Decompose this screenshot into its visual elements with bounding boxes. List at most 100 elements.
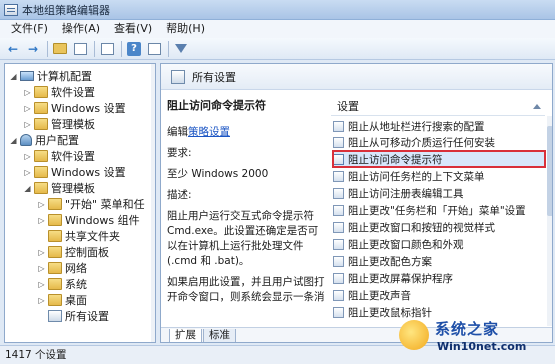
folder-icon	[48, 198, 62, 210]
settings-row[interactable]: 阻止访问注册表编辑工具	[333, 185, 545, 201]
view-tabs: 扩展 标准	[161, 327, 552, 342]
description-more: 如果启用此设置，并且用户试图打开命令窗口，则系统会显示一条消	[167, 276, 325, 303]
forward-arrow-icon[interactable]: →	[25, 41, 41, 57]
menu-file[interactable]: 文件(F)	[4, 20, 55, 38]
filter-icon[interactable]	[173, 41, 189, 57]
policy-setting-icon	[333, 120, 344, 132]
title-bar: 本地组策略编辑器	[0, 0, 555, 20]
collapse-arrow-icon[interactable]: ◢	[9, 136, 18, 145]
settings-row[interactable]: 阻止更改窗口和按钮的视觉样式	[333, 219, 545, 235]
settings-scrollbar[interactable]	[547, 116, 552, 326]
up-folder-icon[interactable]	[52, 41, 68, 57]
edit-policy-line: 编辑策略设置	[167, 125, 325, 140]
tree-scrollbar[interactable]	[151, 64, 155, 342]
setting-label: 阻止访问注册表编辑工具	[348, 187, 464, 200]
expand-arrow-icon[interactable]: ▷	[23, 152, 32, 161]
expand-arrow-icon[interactable]: ▷	[23, 168, 32, 177]
policy-setting-icon	[333, 153, 344, 165]
properties-icon[interactable]	[146, 41, 162, 57]
tree-item-network[interactable]: ▷ 网络	[37, 260, 87, 276]
settings-row[interactable]: 阻止更改屏幕保护程序	[333, 270, 545, 286]
tree-item-user-config[interactable]: ◢ 用户配置	[9, 132, 79, 148]
folder-icon	[34, 102, 48, 114]
edit-policy-link[interactable]: 策略设置	[188, 126, 230, 138]
setting-label: 阻止从地址栏进行搜索的配置	[348, 120, 485, 133]
tree-item-label: 系统	[65, 278, 87, 291]
tree-item-windows-components[interactable]: ▷ Windows 组件	[37, 212, 140, 228]
expand-arrow-icon[interactable]: ▷	[23, 104, 32, 113]
menu-view[interactable]: 查看(V)	[107, 20, 159, 38]
description-label: 描述:	[167, 189, 192, 201]
tree-item-computer-config[interactable]: ◢ 计算机配置	[9, 68, 92, 84]
menu-help[interactable]: 帮助(H)	[159, 20, 212, 38]
tree-item-windows-settings[interactable]: ▷ Windows 设置	[23, 100, 126, 116]
expand-arrow-icon[interactable]: ▷	[37, 280, 46, 289]
settings-row-selected[interactable]: 阻止访问命令提示符	[332, 150, 546, 168]
settings-row[interactable]: 阻止更改声音	[333, 287, 545, 303]
settings-row[interactable]: 阻止更改"任务栏和「开始」菜单"设置	[333, 202, 545, 218]
expand-arrow-icon[interactable]: ▷	[23, 88, 32, 97]
expand-arrow-icon[interactable]: ▷	[37, 296, 46, 305]
policy-setting-icon	[333, 187, 344, 199]
expand-arrow-icon[interactable]: ▷	[23, 120, 32, 129]
group-policy-editor-icon	[4, 3, 18, 16]
tab-extended[interactable]: 扩展	[169, 329, 202, 342]
policy-setting-icon	[333, 289, 344, 301]
settings-row[interactable]: 阻止从可移动介质运行任何安装	[333, 134, 545, 150]
back-arrow-icon[interactable]: ←	[5, 41, 21, 57]
help-icon[interactable]: ?	[126, 41, 142, 57]
tab-standard[interactable]: 标准	[203, 329, 236, 342]
status-bar: 1417 个设置	[0, 345, 555, 364]
console-tree-icon[interactable]	[72, 41, 88, 57]
setting-label: 阻止更改"任务栏和「开始」菜单"设置	[348, 204, 526, 217]
tree-item-desktop[interactable]: ▷ 桌面	[37, 292, 87, 308]
folder-icon	[34, 182, 48, 194]
settings-row[interactable]: 阻止更改窗口颜色和外观	[333, 236, 545, 252]
tree-item-user-admin-templates[interactable]: ◢ 管理模板	[23, 180, 95, 196]
policy-setting-icon	[333, 306, 344, 318]
policy-setting-icon	[333, 136, 344, 148]
tree-item-label: "开始" 菜单和任	[65, 198, 145, 211]
tree-item-user-software-settings[interactable]: ▷ 软件设置	[23, 148, 95, 164]
settings-row[interactable]: 阻止访问任务栏的上下文菜单	[333, 168, 545, 184]
tree-item-admin-templates[interactable]: ▷ 管理模板	[23, 116, 95, 132]
tree-item-all-settings[interactable]: 所有设置	[37, 308, 109, 324]
tree-item-control-panel[interactable]: ▷ 控制面板	[37, 244, 109, 260]
description-text: 阻止用户运行交互式命令提示符 Cmd.exe。此设置还确定是否可以在计算机上运行…	[167, 210, 319, 267]
details-title: 所有设置	[192, 70, 236, 84]
expand-arrow-icon[interactable]: ▷	[37, 264, 46, 273]
settings-row[interactable]: 阻止更改鼠标指针	[333, 304, 545, 320]
toolbar: ← → ?	[0, 38, 555, 60]
scrollbar-thumb[interactable]	[547, 126, 552, 216]
expand-arrow-icon[interactable]: ▷	[37, 248, 46, 257]
tree-item-user-windows-settings[interactable]: ▷ Windows 设置	[23, 164, 126, 180]
toolbar-divider	[168, 40, 169, 57]
tree-item-label: 软件设置	[51, 150, 95, 163]
tree-item-label: 桌面	[65, 294, 87, 307]
expand-arrow-icon[interactable]: ▷	[37, 200, 46, 209]
policy-setting-icon	[333, 272, 344, 284]
details-pane: 所有设置 阻止访问命令提示符 编辑策略设置 要求: 至少 Windows 200…	[160, 63, 553, 343]
settings-row[interactable]: 阻止更改配色方案	[333, 253, 545, 269]
expand-arrow-icon[interactable]: ▷	[37, 216, 46, 225]
settings-column-header[interactable]: 设置	[331, 98, 545, 116]
collapse-arrow-icon[interactable]: ◢	[23, 184, 32, 193]
export-icon[interactable]	[99, 41, 115, 57]
collapse-arrow-icon[interactable]: ◢	[9, 72, 18, 81]
tree-item-system[interactable]: ▷ 系统	[37, 276, 87, 292]
toolbar-divider	[121, 40, 122, 57]
setting-heading: 阻止访问命令提示符	[167, 99, 266, 112]
tree-item-start-menu[interactable]: ▷ "开始" 菜单和任	[37, 196, 145, 212]
folder-icon	[48, 230, 62, 242]
tree-item-shared-folders[interactable]: 共享文件夹	[37, 228, 120, 244]
setting-label: 阻止更改配色方案	[348, 255, 432, 268]
tree-item-label: 用户配置	[35, 134, 79, 147]
folder-icon	[34, 118, 48, 130]
tree-item-software-settings[interactable]: ▷ 软件设置	[23, 84, 95, 100]
settings-row[interactable]: 阻止从地址栏进行搜索的配置	[333, 118, 545, 134]
tree-item-label: 控制面板	[65, 246, 109, 259]
tree-item-label: 软件设置	[51, 86, 95, 99]
toolbar-divider	[47, 40, 48, 57]
menu-action[interactable]: 操作(A)	[55, 20, 107, 38]
folder-icon	[34, 86, 48, 98]
